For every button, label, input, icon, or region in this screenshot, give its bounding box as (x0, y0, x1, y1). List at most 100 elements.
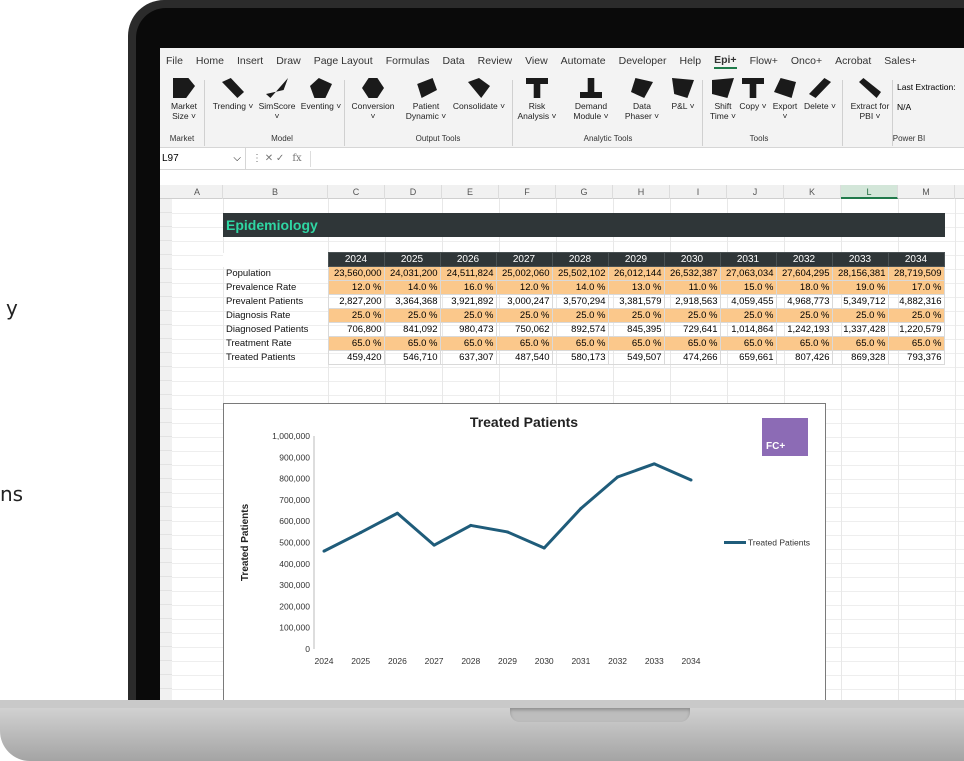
ribbon-button-patient-dynamic[interactable]: Patient Dynamic ˅ (404, 78, 448, 121)
row-header[interactable] (160, 479, 172, 493)
ribbon-button-demand-module[interactable]: Demand Module ˅ (565, 78, 617, 121)
ribbon-tab-home[interactable]: Home (196, 55, 224, 67)
table-cell[interactable]: 3,364,368 (383, 294, 441, 309)
table-cell[interactable]: 25.0 % (775, 308, 833, 323)
column-header-b[interactable]: B (223, 185, 328, 199)
table-cell[interactable]: 3,570,294 (551, 294, 609, 309)
table-cell[interactable]: 27,604,295 (775, 266, 833, 281)
row-header[interactable] (160, 535, 172, 549)
ribbon-button-data-phaser[interactable]: Data Phaser ˅ (622, 78, 662, 121)
ribbon-tab-review[interactable]: Review (478, 55, 512, 67)
table-cell[interactable]: 15.0 % (719, 280, 777, 295)
year-header[interactable]: 2026 (439, 252, 497, 267)
column-header-m[interactable]: M (898, 185, 955, 199)
table-cell[interactable]: 3,000,247 (495, 294, 553, 309)
row-header[interactable] (160, 633, 172, 647)
table-cell[interactable]: 25.0 % (887, 308, 945, 323)
ribbon-button-risk-analysis[interactable]: Risk Analysis ˅ (516, 78, 558, 121)
table-cell[interactable]: 2,918,563 (663, 294, 721, 309)
ribbon-tab-acrobat[interactable]: Acrobat (835, 55, 871, 67)
row-header[interactable] (160, 521, 172, 535)
table-cell[interactable]: 546,710 (383, 350, 441, 365)
table-cell[interactable]: 637,307 (439, 350, 497, 365)
row-header[interactable] (160, 591, 172, 605)
table-cell[interactable]: 13.0 % (607, 280, 665, 295)
row-header[interactable] (160, 283, 172, 297)
table-cell[interactable]: 25.0 % (495, 308, 553, 323)
column-header-g[interactable]: G (556, 185, 613, 199)
row-header[interactable] (160, 227, 172, 241)
table-cell[interactable]: 5,349,712 (831, 294, 889, 309)
year-header[interactable]: 2033 (831, 252, 889, 267)
column-header-k[interactable]: K (784, 185, 841, 199)
table-cell[interactable]: 25.0 % (439, 308, 497, 323)
ribbon-button-market-size[interactable]: Market Size ˅ (164, 78, 204, 121)
table-cell[interactable]: 4,059,455 (719, 294, 777, 309)
table-cell[interactable]: 4,882,316 (887, 294, 945, 309)
table-cell[interactable]: 841,092 (383, 322, 441, 337)
column-header-i[interactable]: I (670, 185, 727, 199)
table-cell[interactable]: 65.0 % (439, 336, 497, 351)
table-cell[interactable]: 65.0 % (887, 336, 945, 351)
ribbon-tab-data[interactable]: Data (442, 55, 464, 67)
table-cell[interactable]: 706,800 (327, 322, 385, 337)
row-header[interactable] (160, 619, 172, 633)
table-cell[interactable]: 26,012,144 (607, 266, 665, 281)
ribbon-tab-help[interactable]: Help (679, 55, 701, 67)
row-header[interactable] (160, 339, 172, 353)
table-cell[interactable]: 2,827,200 (327, 294, 385, 309)
ribbon-button-consolidate[interactable]: Consolidate ˅ (452, 78, 506, 111)
table-cell[interactable]: 24,511,824 (439, 266, 497, 281)
row-header[interactable] (160, 213, 172, 227)
year-header[interactable]: 2031 (719, 252, 777, 267)
row-label[interactable]: Prevalence Rate (223, 281, 328, 295)
ribbon-button-delete[interactable]: Delete ˅ (803, 78, 837, 111)
table-cell[interactable]: 25.0 % (719, 308, 777, 323)
table-cell[interactable]: 11.0 % (663, 280, 721, 295)
table-cell[interactable]: 16.0 % (439, 280, 497, 295)
ribbon-button-export[interactable]: Export ˅ (770, 78, 800, 121)
table-cell[interactable]: 1,014,864 (719, 322, 777, 337)
row-header[interactable] (160, 297, 172, 311)
column-header-e[interactable]: E (442, 185, 499, 199)
ribbon-tab-sales[interactable]: Sales+ (884, 55, 916, 67)
row-header[interactable] (160, 325, 172, 339)
table-cell[interactable]: 18.0 % (775, 280, 833, 295)
row-header[interactable] (160, 381, 172, 395)
ribbon-button-simscore[interactable]: SimScore ˅ (256, 78, 298, 121)
table-cell[interactable]: 12.0 % (327, 280, 385, 295)
column-header-f[interactable]: F (499, 185, 556, 199)
row-header[interactable] (160, 311, 172, 325)
table-cell[interactable]: 487,540 (495, 350, 553, 365)
row-label[interactable]: Prevalent Patients (223, 295, 328, 309)
table-cell[interactable]: 4,968,773 (775, 294, 833, 309)
table-cell[interactable]: 25.0 % (831, 308, 889, 323)
row-header[interactable] (160, 647, 172, 661)
table-cell[interactable]: 27,063,034 (719, 266, 777, 281)
row-header[interactable] (160, 465, 172, 479)
ribbon-button-p-l[interactable]: P&L ˅ (666, 78, 700, 111)
row-header[interactable] (160, 255, 172, 269)
table-cell[interactable]: 892,574 (551, 322, 609, 337)
year-header[interactable]: 2024 (327, 252, 385, 267)
row-label[interactable]: Population (223, 267, 328, 281)
ribbon-tab-automate[interactable]: Automate (561, 55, 606, 67)
year-header[interactable]: 2025 (383, 252, 441, 267)
row-header[interactable] (160, 605, 172, 619)
row-label[interactable]: Diagnosis Rate (223, 309, 328, 323)
year-header[interactable]: 2030 (663, 252, 721, 267)
column-header-d[interactable]: D (385, 185, 442, 199)
column-header-h[interactable]: H (613, 185, 670, 199)
table-cell[interactable]: 65.0 % (663, 336, 721, 351)
table-cell[interactable]: 3,381,579 (607, 294, 665, 309)
ribbon-tab-flow[interactable]: Flow+ (750, 55, 778, 67)
formula-input[interactable] (309, 150, 964, 167)
year-header[interactable]: 2028 (551, 252, 609, 267)
row-header[interactable] (160, 577, 172, 591)
ribbon-tab-file[interactable]: File (166, 55, 183, 67)
row-header[interactable] (160, 437, 172, 451)
table-cell[interactable]: 65.0 % (327, 336, 385, 351)
table-cell[interactable]: 25,002,060 (495, 266, 553, 281)
row-label[interactable]: Treatment Rate (223, 337, 328, 351)
row-header[interactable] (160, 493, 172, 507)
